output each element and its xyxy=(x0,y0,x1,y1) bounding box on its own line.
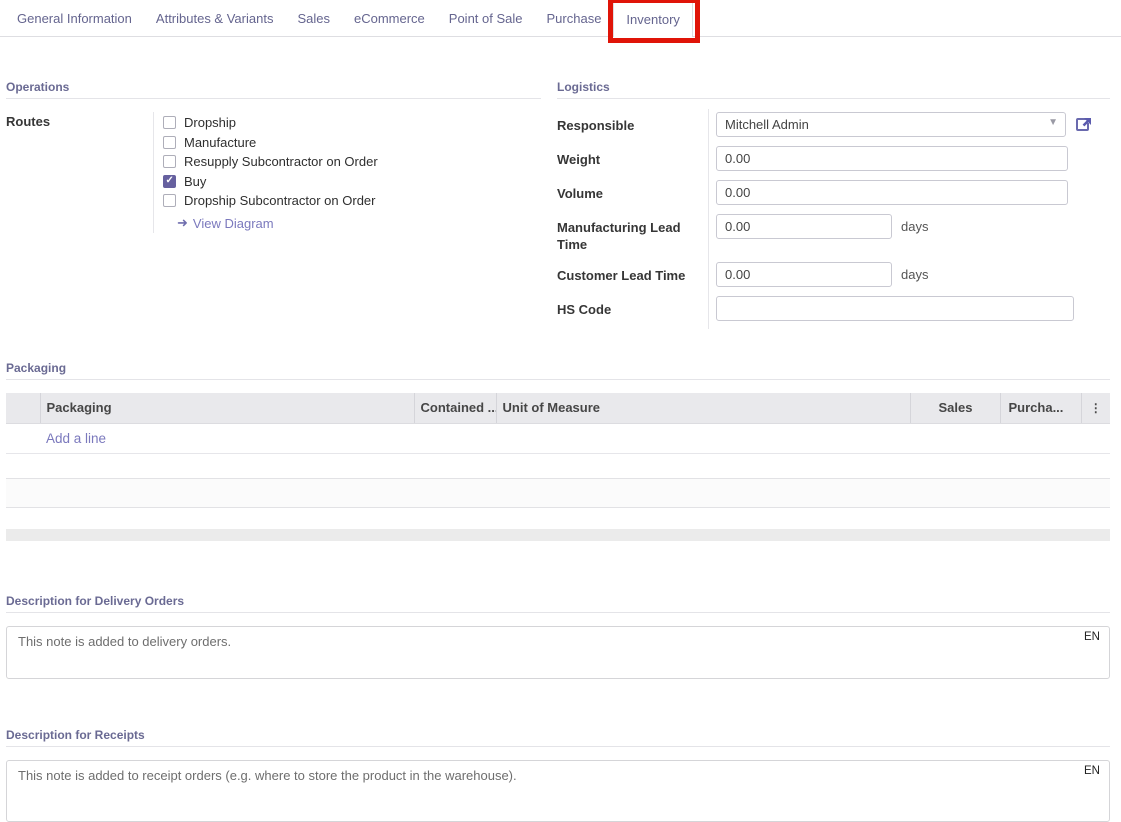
delivery-description-section: Description for Delivery Orders This not… xyxy=(6,594,1110,679)
tab-ecommerce[interactable]: eCommerce xyxy=(342,0,437,36)
packaging-section: Packaging Packaging Contained ... Unit o… xyxy=(6,361,1110,541)
dropship-checkbox-label: Dropship xyxy=(184,115,236,130)
column-header-unit-of-measure[interactable]: Unit of Measure xyxy=(496,393,910,423)
tab-general-information[interactable]: General Information xyxy=(5,0,144,36)
routes-label: Routes xyxy=(6,112,153,129)
logistics-section-title: Logistics xyxy=(557,80,1110,99)
receipt-note-textarea[interactable]: This note is added to receipt orders (e.… xyxy=(6,760,1110,822)
inventory-tab-content: Operations Routes Dropship Manufacture xyxy=(0,37,1121,822)
delivery-description-title: Description for Delivery Orders xyxy=(6,594,1110,613)
route-row-dropship: Dropship xyxy=(163,113,541,133)
tab-point-of-sale[interactable]: Point of Sale xyxy=(437,0,535,36)
operations-section-title: Operations xyxy=(6,80,541,99)
responsible-row: Responsible ▼ xyxy=(557,112,1110,137)
manufacturing-lead-time-row: Manufacturing Lead Time days xyxy=(557,214,1110,253)
hs-code-input[interactable] xyxy=(716,296,1074,321)
manufacture-checkbox-label: Manufacture xyxy=(184,135,256,150)
customer-lead-time-input[interactable] xyxy=(716,262,892,287)
packaging-table-header-row: Packaging Contained ... Unit of Measure … xyxy=(6,393,1110,423)
weight-label: Weight xyxy=(557,146,708,168)
tab-attributes-variants[interactable]: Attributes & Variants xyxy=(144,0,286,36)
empty-list-row xyxy=(6,478,1110,508)
column-header-purchase[interactable]: Purcha... xyxy=(1000,393,1081,423)
external-link-icon[interactable] xyxy=(1076,116,1093,133)
weight-input[interactable] xyxy=(716,146,1068,171)
route-row-manufacture: Manufacture xyxy=(163,133,541,153)
language-badge[interactable]: EN xyxy=(1084,765,1100,777)
hs-code-label: HS Code xyxy=(557,296,708,318)
volume-input[interactable] xyxy=(716,180,1068,205)
notebook-tabbar: General Information Attributes & Variant… xyxy=(0,0,1121,37)
weight-row: Weight xyxy=(557,146,1110,171)
tab-inventory-label: Inventory xyxy=(626,12,679,27)
customer-lead-time-label: Customer Lead Time xyxy=(557,262,708,284)
view-diagram-link[interactable]: ➜ View Diagram xyxy=(177,214,541,233)
dropship-checkbox[interactable] xyxy=(163,116,176,129)
packaging-section-title: Packaging xyxy=(6,361,1110,380)
tab-inventory[interactable]: Inventory xyxy=(613,0,692,37)
add-a-line-link[interactable]: Add a line xyxy=(46,431,106,446)
optional-columns-icon[interactable]: ⋮ xyxy=(1081,393,1110,423)
logistics-section: Logistics Responsible ▼ xyxy=(557,80,1110,330)
arrow-right-icon: ➜ xyxy=(177,215,188,231)
delivery-note-placeholder: This note is added to delivery orders. xyxy=(18,634,231,649)
responsible-label: Responsible xyxy=(557,112,708,134)
buy-checkbox-label: Buy xyxy=(184,174,206,189)
volume-row: Volume xyxy=(557,180,1110,205)
resupply-subcontractor-checkbox[interactable] xyxy=(163,155,176,168)
view-diagram-label: View Diagram xyxy=(193,216,274,231)
volume-label: Volume xyxy=(557,180,708,202)
receipt-note-placeholder: This note is added to receipt orders (e.… xyxy=(18,768,517,783)
buy-checkbox[interactable] xyxy=(163,175,176,188)
manufacturing-lead-time-input[interactable] xyxy=(716,214,892,239)
dropship-subcontractor-checkbox-label: Dropship Subcontractor on Order xyxy=(184,193,375,208)
manufacturing-lead-time-suffix: days xyxy=(901,214,928,234)
tab-purchase[interactable]: Purchase xyxy=(535,0,614,36)
column-header-sales[interactable]: Sales xyxy=(910,393,1000,423)
route-row-dropship-subcontractor: Dropship Subcontractor on Order xyxy=(163,191,541,211)
column-header-contained-quantity[interactable]: Contained ... xyxy=(414,393,496,423)
manufacturing-lead-time-label: Manufacturing Lead Time xyxy=(557,214,708,253)
tab-sales[interactable]: Sales xyxy=(285,0,342,36)
packaging-table: Packaging Contained ... Unit of Measure … xyxy=(6,393,1110,454)
route-row-resupply-subcontractor: Resupply Subcontractor on Order xyxy=(163,152,541,172)
operations-section: Operations Routes Dropship Manufacture xyxy=(6,80,541,330)
route-row-buy: Buy xyxy=(163,172,541,192)
receipt-description-section: Description for Receipts This note is ad… xyxy=(6,728,1110,822)
language-badge[interactable]: EN xyxy=(1084,631,1100,643)
resupply-subcontractor-checkbox-label: Resupply Subcontractor on Order xyxy=(184,154,378,169)
customer-lead-time-row: Customer Lead Time days xyxy=(557,262,1110,287)
dropship-subcontractor-checkbox[interactable] xyxy=(163,194,176,207)
responsible-input[interactable] xyxy=(716,112,1066,137)
hs-code-row: HS Code xyxy=(557,296,1110,321)
add-a-line-row: Add a line xyxy=(6,423,1110,453)
manufacture-checkbox[interactable] xyxy=(163,136,176,149)
row-handle-column-header xyxy=(6,393,40,423)
column-header-packaging[interactable]: Packaging xyxy=(40,393,414,423)
customer-lead-time-suffix: days xyxy=(901,262,928,282)
empty-list-header-bar xyxy=(6,529,1110,541)
receipt-description-title: Description for Receipts xyxy=(6,728,1110,747)
delivery-note-textarea[interactable]: This note is added to delivery orders. E… xyxy=(6,626,1110,679)
